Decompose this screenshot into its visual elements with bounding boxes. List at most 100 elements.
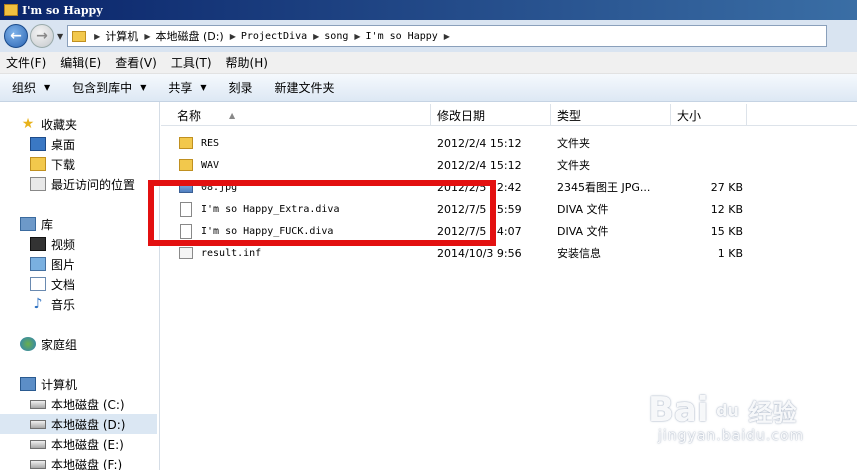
- breadcrumb-song[interactable]: song: [324, 31, 348, 42]
- nav-documents[interactable]: 文档: [30, 274, 75, 294]
- back-button[interactable]: ←: [4, 24, 28, 48]
- share-button[interactable]: 共享 ▼: [168, 79, 206, 96]
- burn-button[interactable]: 刻录: [229, 79, 253, 96]
- music-note-icon: ♪: [33, 296, 43, 312]
- address-bar: ← → ▼ ▶ 计算机 ▶ 本地磁盘 (D:) ▶ ProjectDiva ▶ …: [0, 20, 857, 52]
- window-title: I'm so Happy: [22, 3, 103, 17]
- drive-icon: [30, 399, 46, 409]
- organize-button[interactable]: 组织 ▼: [12, 79, 50, 96]
- column-header-name[interactable]: 名称 ▲: [161, 104, 431, 126]
- file-size: 15 KB: [710, 224, 743, 238]
- menu-view[interactable]: 查看(V): [115, 54, 157, 71]
- nav-videos[interactable]: 视频: [30, 234, 75, 254]
- nav-favorites-label: 收藏夹: [41, 117, 78, 132]
- computer-icon: [20, 377, 36, 391]
- burn-label: 刻录: [228, 81, 253, 95]
- recent-places-icon: [30, 177, 46, 191]
- file-name: RES: [201, 137, 220, 149]
- nav-music[interactable]: ♪ 音乐: [30, 294, 75, 314]
- nav-pictures[interactable]: 图片: [30, 254, 75, 274]
- nav-downloads-label: 下载: [51, 157, 76, 172]
- document-icon: [30, 277, 46, 291]
- column-type-label: 类型: [557, 108, 582, 123]
- breadcrumb-drive-d[interactable]: 本地磁盘 (D:): [155, 28, 223, 44]
- history-dropdown-icon[interactable]: ▼: [57, 32, 63, 41]
- watermark-brand-suffix: 经验: [748, 398, 797, 427]
- paw-logo-icon: du: [710, 393, 745, 427]
- file-size: [677, 154, 743, 176]
- nav-drive-c-label: 本地磁盘 (C:): [51, 397, 125, 412]
- file-size: 1 KB: [717, 246, 743, 260]
- nav-drive-f-label: 本地磁盘 (F:): [51, 457, 123, 470]
- chevron-right-icon[interactable]: ▶: [444, 32, 450, 41]
- downloads-folder-icon: [30, 157, 46, 171]
- nav-libraries-label: 库: [41, 217, 54, 232]
- nav-pictures-label: 图片: [51, 257, 76, 272]
- nav-libraries[interactable]: 库: [20, 214, 53, 234]
- column-modified-label: 修改日期: [437, 108, 486, 123]
- breadcrumb-current-folder[interactable]: I'm so Happy: [366, 31, 438, 42]
- forward-button[interactable]: →: [30, 24, 54, 48]
- file-row-wav[interactable]: WAV 2012/2/4 15:12 文件夹: [161, 154, 857, 176]
- menu-file[interactable]: 文件(F): [6, 54, 46, 71]
- chevron-right-icon[interactable]: ▶: [94, 32, 100, 41]
- file-size: [677, 132, 743, 154]
- menu-tools[interactable]: 工具(T): [171, 54, 212, 71]
- folder-icon: [4, 4, 18, 16]
- desktop-icon: [30, 137, 46, 151]
- navigation-pane: ★ 收藏夹 桌面 下载 最近访问的位置 库 视频 图片 文档 ♪ 音乐 家庭组 …: [0, 102, 160, 470]
- menu-help[interactable]: 帮助(H): [226, 54, 268, 71]
- nav-favorites[interactable]: ★ 收藏夹: [20, 114, 77, 134]
- file-row-res[interactable]: RES 2012/2/4 15:12 文件夹: [161, 132, 857, 154]
- picture-icon: [30, 257, 46, 271]
- chevron-right-icon[interactable]: ▶: [313, 32, 319, 41]
- nav-drive-d-label: 本地磁盘 (D:): [51, 417, 126, 432]
- nav-computer-label: 计算机: [41, 377, 78, 392]
- chevron-right-icon[interactable]: ▶: [354, 32, 360, 41]
- sort-ascending-icon: ▲: [229, 110, 236, 120]
- video-icon: [30, 237, 46, 251]
- folder-icon: [72, 30, 87, 42]
- file-type: 安装信息: [557, 247, 601, 260]
- include-in-library-button[interactable]: 包含到库中 ▼: [72, 79, 146, 96]
- nav-homegroup[interactable]: 家庭组: [20, 334, 77, 354]
- organize-label: 组织: [12, 81, 37, 95]
- nav-videos-label: 视频: [51, 237, 76, 252]
- chevron-down-icon: ▼: [200, 83, 207, 92]
- file-modified: 2012/2/4 15:12: [437, 158, 522, 172]
- column-header-modified[interactable]: 修改日期: [431, 104, 551, 126]
- chevron-right-icon[interactable]: ▶: [230, 32, 236, 41]
- menu-edit[interactable]: 编辑(E): [60, 54, 101, 71]
- menu-bar: 文件(F) 编辑(E) 查看(V) 工具(T) 帮助(H): [0, 52, 857, 74]
- column-header-type[interactable]: 类型: [551, 104, 671, 126]
- nav-recent-places[interactable]: 最近访问的位置: [30, 174, 135, 194]
- breadcrumb-projectdiva[interactable]: ProjectDiva: [241, 31, 307, 42]
- column-header-size[interactable]: 大小: [671, 104, 747, 126]
- address-field[interactable]: ▶ 计算机 ▶ 本地磁盘 (D:) ▶ ProjectDiva ▶ song ▶…: [67, 25, 828, 47]
- nav-drive-d[interactable]: 本地磁盘 (D:): [0, 414, 157, 434]
- nav-drive-e[interactable]: 本地磁盘 (E:): [30, 434, 124, 454]
- watermark-brand: Bai: [648, 390, 709, 430]
- file-size: 12 KB: [710, 202, 743, 216]
- breadcrumb-computer[interactable]: 计算机: [105, 28, 138, 44]
- new-folder-label: 新建文件夹: [274, 81, 335, 95]
- nav-drive-c[interactable]: 本地磁盘 (C:): [30, 394, 125, 414]
- nav-downloads[interactable]: 下载: [30, 154, 75, 174]
- nav-drive-f[interactable]: 本地磁盘 (F:): [30, 454, 122, 470]
- nav-computer[interactable]: 计算机: [20, 374, 77, 394]
- nav-desktop[interactable]: 桌面: [30, 134, 75, 154]
- nav-desktop-label: 桌面: [51, 137, 76, 152]
- file-type: DIVA 文件: [557, 203, 609, 216]
- new-folder-button[interactable]: 新建文件夹: [275, 79, 335, 96]
- chevron-down-icon: ▼: [140, 83, 147, 92]
- inf-file-icon: [179, 247, 193, 259]
- watermark-url: jingyan.baidu.com: [658, 428, 805, 444]
- drive-icon: [30, 419, 46, 429]
- column-size-label: 大小: [677, 108, 702, 123]
- star-icon: ★: [21, 116, 35, 132]
- baidu-jingyan-watermark: Bai du 经验 jingyan.baidu.com: [648, 390, 804, 444]
- chevron-right-icon[interactable]: ▶: [144, 32, 150, 41]
- file-size: 27 KB: [710, 180, 743, 194]
- chevron-down-icon: ▼: [44, 83, 51, 92]
- nav-homegroup-label: 家庭组: [41, 337, 78, 352]
